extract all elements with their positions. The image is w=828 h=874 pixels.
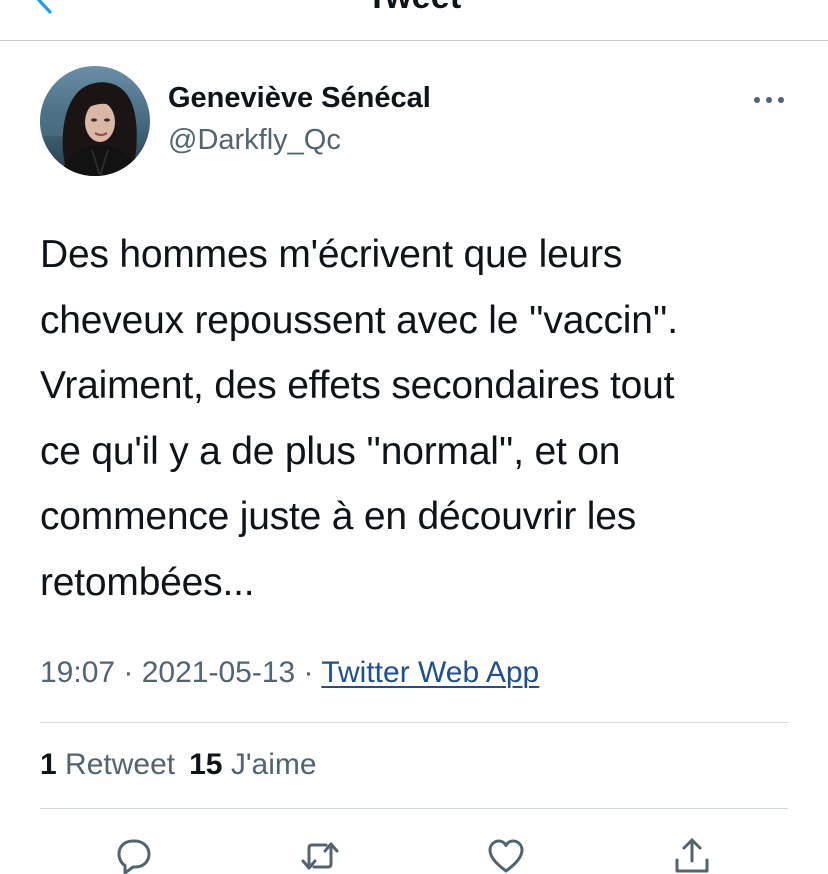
tweet-text: Des hommes m'écrivent que leurs cheveux … (40, 233, 678, 604)
like-stat[interactable]: 15 J'aime (189, 748, 316, 781)
tweet-time: 19:07 (40, 656, 116, 689)
like-button[interactable] (484, 834, 528, 874)
retweet-icon (301, 842, 339, 870)
comment-icon (117, 839, 151, 874)
author-handle[interactable]: @Darkfly_Qc (168, 124, 341, 157)
retweet-stat[interactable]: 1 Retweet (40, 748, 175, 781)
heart-icon (488, 839, 524, 873)
tweet-date: 2021-05-13 (141, 656, 296, 689)
meta-separator: · (295, 656, 322, 689)
share-icon (675, 838, 709, 873)
retweet-count: 1 (40, 748, 57, 781)
like-label: J'aime (230, 748, 317, 781)
tweet-screen: Tweet Geneviève Sénéc (0, 0, 828, 874)
reply-button[interactable] (112, 834, 156, 874)
divider (40, 722, 788, 723)
author-display-name[interactable]: Geneviève Sénécal (168, 82, 431, 115)
avatar[interactable] (40, 66, 150, 176)
source-link[interactable]: Twitter Web App (321, 656, 539, 689)
tweet-meta: 19:07 · 2021-05-13 · Twitter Web App (40, 656, 539, 690)
tweet-stats: 1 Retweet 15 J'aime (40, 748, 317, 782)
retweet-label: Retweet (65, 748, 176, 781)
divider (40, 808, 788, 809)
retweet-button[interactable] (298, 834, 342, 874)
meta-separator: · (115, 656, 142, 689)
top-nav-bar: Tweet (0, 0, 828, 41)
more-horizontal-icon[interactable] (752, 92, 786, 108)
like-count: 15 (189, 748, 223, 781)
page-title: Tweet (0, 0, 828, 17)
share-button[interactable] (670, 834, 714, 874)
